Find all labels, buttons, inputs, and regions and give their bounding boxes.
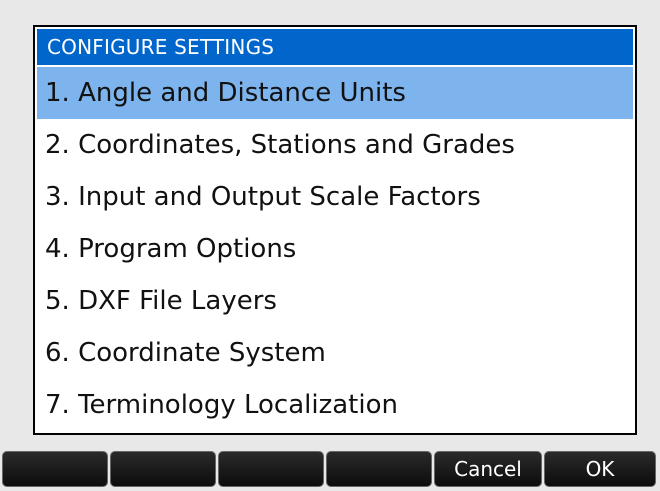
cancel-button[interactable]: Cancel (434, 451, 542, 487)
softkey-bar: Cancel OK (0, 449, 660, 491)
softkey-4[interactable] (326, 451, 432, 487)
softkey-3[interactable] (218, 451, 324, 487)
menu-item-terminology-localization[interactable]: 7. Terminology Localization (37, 379, 633, 431)
menu-item-program-options[interactable]: 4. Program Options (37, 223, 633, 275)
configure-settings-dialog: CONFIGURE SETTINGS 1. Angle and Distance… (33, 25, 637, 435)
menu-item-coordinate-system[interactable]: 6. Coordinate System (37, 327, 633, 379)
softkey-2[interactable] (110, 451, 216, 487)
menu-item-angle-distance-units[interactable]: 1. Angle and Distance Units (37, 67, 633, 119)
menu-item-scale-factors[interactable]: 3. Input and Output Scale Factors (37, 171, 633, 223)
ok-button[interactable]: OK (544, 451, 656, 487)
dialog-title: CONFIGURE SETTINGS (37, 29, 633, 65)
settings-menu: 1. Angle and Distance Units 2. Coordinat… (37, 67, 633, 431)
softkey-1[interactable] (2, 451, 108, 487)
menu-item-coordinates-stations-grades[interactable]: 2. Coordinates, Stations and Grades (37, 119, 633, 171)
menu-item-dxf-file-layers[interactable]: 5. DXF File Layers (37, 275, 633, 327)
